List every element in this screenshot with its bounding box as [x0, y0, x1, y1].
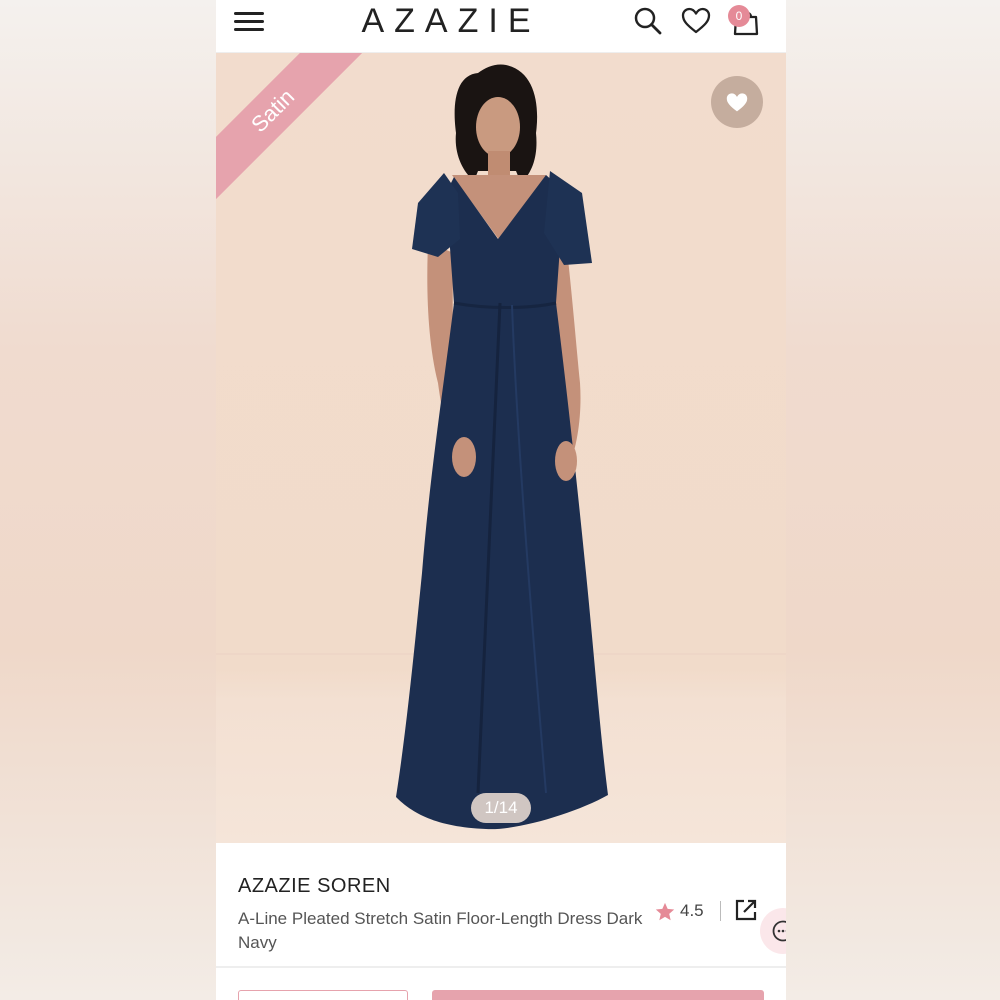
star-icon — [655, 902, 675, 921]
favorite-button[interactable] — [711, 76, 763, 128]
brand-logo[interactable]: AZAZIE — [346, 2, 556, 41]
rating-divider — [720, 901, 721, 921]
top-header: AZAZIE 0 — [216, 0, 786, 53]
phone-screen: AZAZIE 0 Satin 1/14 AZAZIE SOREN A-Line … — [216, 0, 786, 1000]
primary-action-button[interactable] — [432, 990, 764, 1000]
share-icon[interactable] — [734, 898, 758, 922]
secondary-action-button[interactable] — [238, 990, 408, 1000]
background-right — [786, 0, 1000, 1000]
wishlist-heart-icon[interactable] — [681, 6, 711, 36]
image-counter: 1/14 — [471, 793, 531, 823]
product-description: A-Line Pleated Stretch Satin Floor-Lengt… — [238, 909, 643, 952]
rating-value: 4.5 — [680, 901, 704, 920]
model-in-dress-illustration — [396, 64, 608, 830]
heart-icon — [726, 93, 748, 112]
menu-icon[interactable] — [234, 10, 264, 34]
product-rating[interactable]: 4.5 — [648, 897, 732, 927]
search-icon[interactable] — [633, 6, 663, 36]
product-image[interactable]: Satin 1/14 — [216, 53, 786, 843]
cart-count-badge: 0 — [728, 5, 750, 27]
background-left — [0, 0, 216, 1000]
chat-icon — [772, 920, 786, 942]
chat-button[interactable] — [760, 908, 786, 954]
product-brand-name: AZAZIE SOREN — [238, 875, 391, 897]
section-divider — [216, 966, 786, 968]
